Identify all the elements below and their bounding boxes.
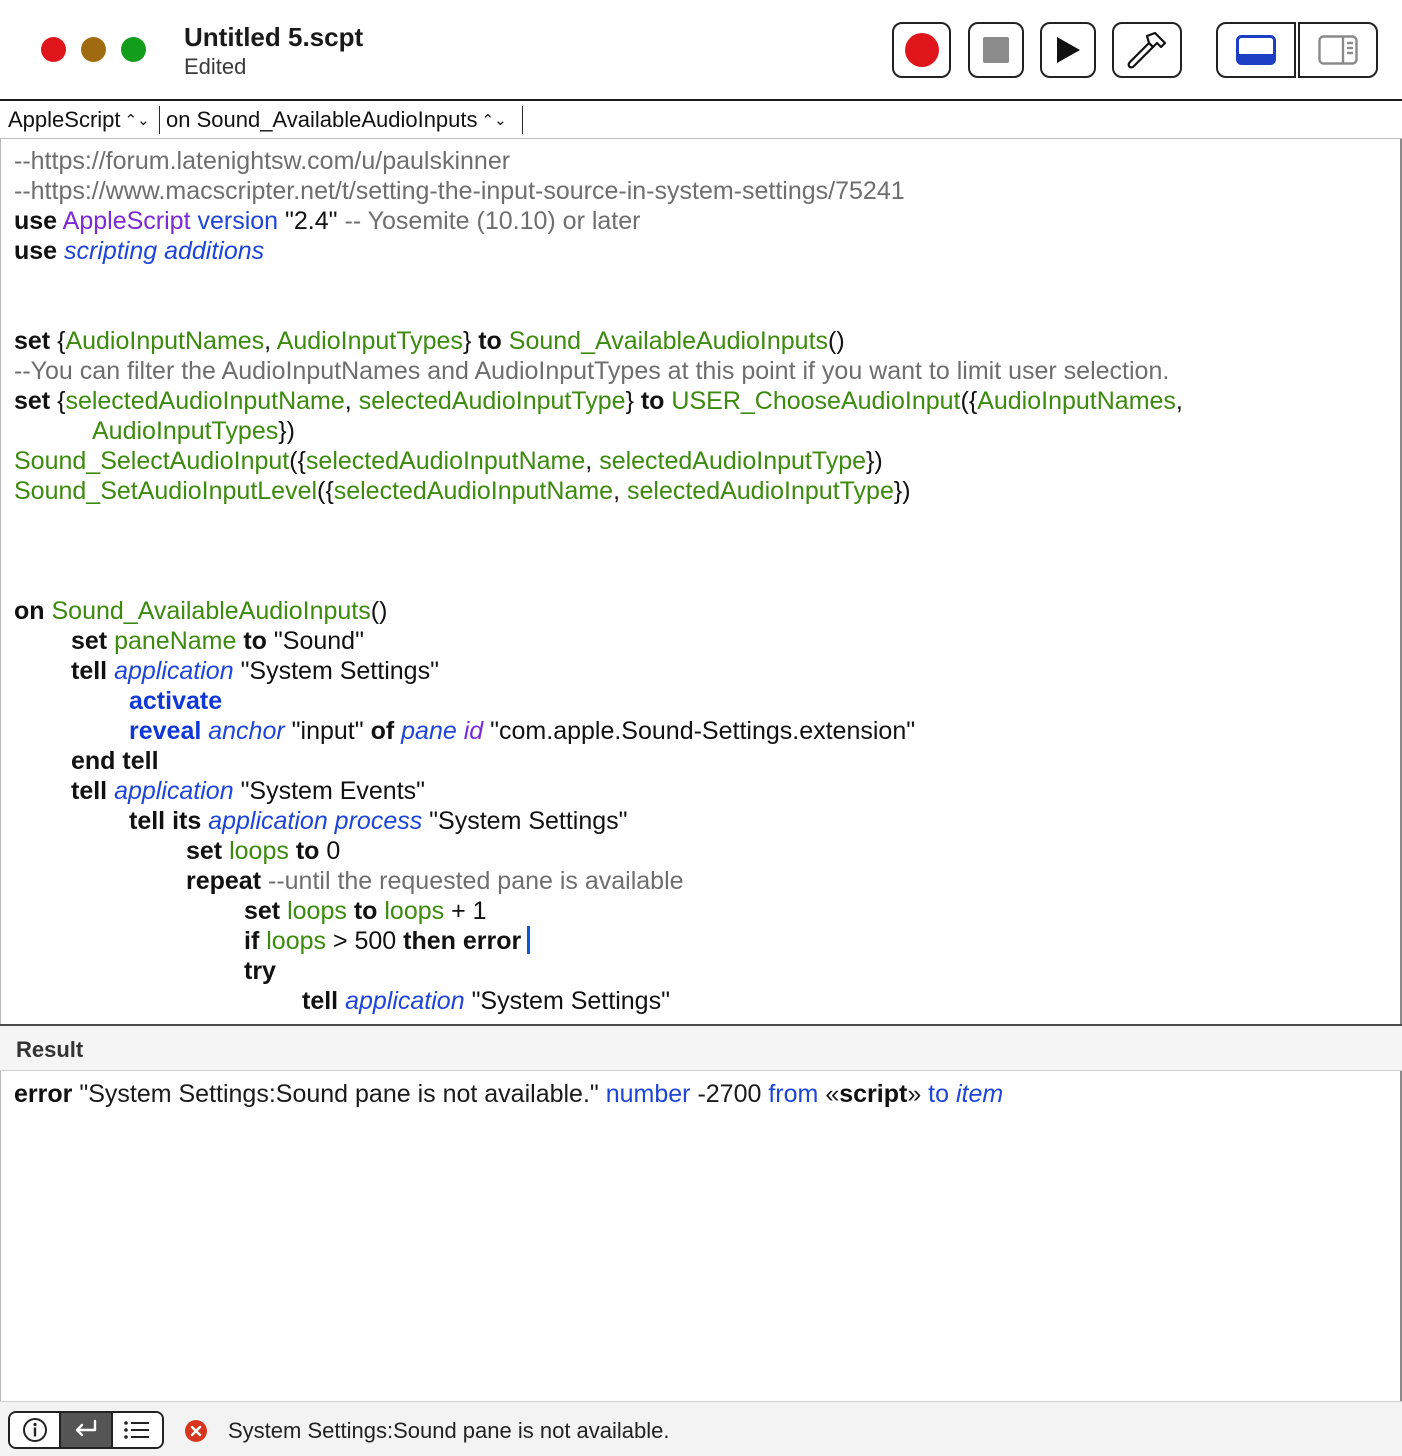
info-icon — [22, 1418, 47, 1442]
result-pane[interactable]: error "System Settings:Sound pane is not… — [0, 1071, 1402, 1401]
code-line: use scripting additions — [14, 237, 265, 265]
record-button[interactable] — [892, 22, 951, 78]
code-line: set {AudioInputNames, AudioInputTypes} t… — [14, 327, 845, 355]
code-line: activate — [129, 687, 223, 715]
result-from-label: from — [768, 1080, 819, 1108]
result-number-label: number — [605, 1080, 691, 1108]
window-title: Untitled 5.scpt — [184, 22, 364, 52]
code-line: Sound_SelectAudioInput({selectedAudioInp… — [14, 447, 883, 475]
event-log-tab[interactable] — [110, 1413, 162, 1447]
result-from-object: script — [839, 1080, 908, 1108]
script-editor[interactable]: --https://forum.latenightsw.com/u/paulsk… — [0, 140, 1402, 1024]
code-line: Sound_SetAudioInputLevel({selectedAudioI… — [14, 477, 911, 505]
result-guillemet-close: » — [907, 1080, 922, 1108]
hammer-icon — [1127, 31, 1167, 69]
code-line: on Sound_AvailableAudioInputs() — [14, 597, 388, 625]
code-line: if loops > 500 then error — [14, 926, 1402, 956]
play-icon — [1057, 37, 1080, 63]
status-message: System Settings:Sound pane is not availa… — [228, 1418, 670, 1443]
code-line: try — [244, 957, 276, 985]
code-line: tell application "System Events" — [71, 777, 426, 805]
stop-icon — [983, 37, 1009, 63]
code-line: --https://forum.latenightsw.com/u/paulsk… — [14, 147, 511, 175]
result-error-keyword: error — [14, 1080, 73, 1108]
zoom-window-button[interactable] — [121, 37, 146, 62]
chevron-updown-icon: ⌃⌄ — [124, 112, 150, 129]
compile-button[interactable] — [1112, 22, 1182, 78]
result-number: -2700 — [697, 1080, 762, 1108]
code-line: set {selectedAudioInputName, selectedAud… — [14, 387, 1183, 415]
code-line: set loops to loops + 1 — [244, 897, 487, 925]
nav-divider — [159, 106, 160, 134]
description-tab[interactable] — [10, 1413, 60, 1447]
result-tab[interactable] — [59, 1413, 111, 1447]
text-cursor — [527, 926, 531, 954]
result-pane-header: Result — [0, 1024, 1402, 1071]
error-x-icon — [185, 1420, 207, 1442]
code-line: set loops to 0 — [186, 837, 341, 865]
code-line: AudioInputTypes}) — [92, 417, 295, 445]
result-guillemet-open: « — [825, 1080, 840, 1108]
result-to-label: to — [928, 1080, 950, 1108]
code-line: tell application "System Settings" — [302, 987, 670, 1015]
code-line: --You can filter the AudioInputNames and… — [14, 357, 1170, 385]
record-icon — [904, 33, 939, 67]
show-sidebar-button[interactable] — [1298, 22, 1378, 78]
navigation-bar: AppleScript ⌃⌄ on Sound_AvailableAudioInp… — [0, 101, 1402, 139]
status-bar: System Settings:Sound pane is not availa… — [0, 1401, 1402, 1456]
code-line: tell application "System Settings" — [71, 657, 439, 685]
minimize-window-button[interactable] — [81, 37, 106, 62]
window-subtitle: Edited — [184, 54, 247, 79]
code-line: end tell — [71, 747, 159, 775]
code-line: tell its application process "System Set… — [129, 807, 628, 835]
code-line: use AppleScript version "2.4" -- Yosemit… — [14, 207, 641, 235]
result-message: "System Settings:Sound pane is not avail… — [79, 1080, 599, 1108]
run-button[interactable] — [1040, 22, 1096, 78]
handler-label: on Sound_AvailableAudioInputs — [166, 107, 478, 132]
show-log-button[interactable] — [1216, 22, 1296, 78]
code-line: reveal anchor "input" of pane id "com.ap… — [129, 717, 916, 745]
title-bar: Untitled 5.scpt Edited — [0, 0, 1402, 101]
view-segmented-control — [8, 1411, 164, 1449]
chevron-updown-icon: ⌃⌄ — [481, 112, 507, 129]
list-icon — [124, 1421, 150, 1439]
close-window-button[interactable] — [41, 37, 66, 62]
handler-popup[interactable]: on Sound_AvailableAudioInputs ⌃⌄ — [166, 107, 507, 133]
stop-button[interactable] — [968, 22, 1024, 78]
result-title: Result — [16, 1037, 84, 1062]
code-line: set paneName to "Sound" — [71, 627, 364, 655]
language-popup[interactable]: AppleScript ⌃⌄ — [8, 107, 150, 133]
language-label: AppleScript — [8, 107, 121, 132]
code-line: --https://www.macscripter.net/t/setting-… — [14, 177, 905, 205]
code-line: repeat --until the requested pane is ava… — [186, 867, 684, 895]
bottom-panel-icon — [1236, 35, 1276, 65]
sidebar-icon — [1318, 35, 1358, 65]
nav-divider — [522, 106, 523, 134]
return-arrow-icon — [75, 1419, 97, 1437]
result-to-object: item — [955, 1080, 1004, 1108]
